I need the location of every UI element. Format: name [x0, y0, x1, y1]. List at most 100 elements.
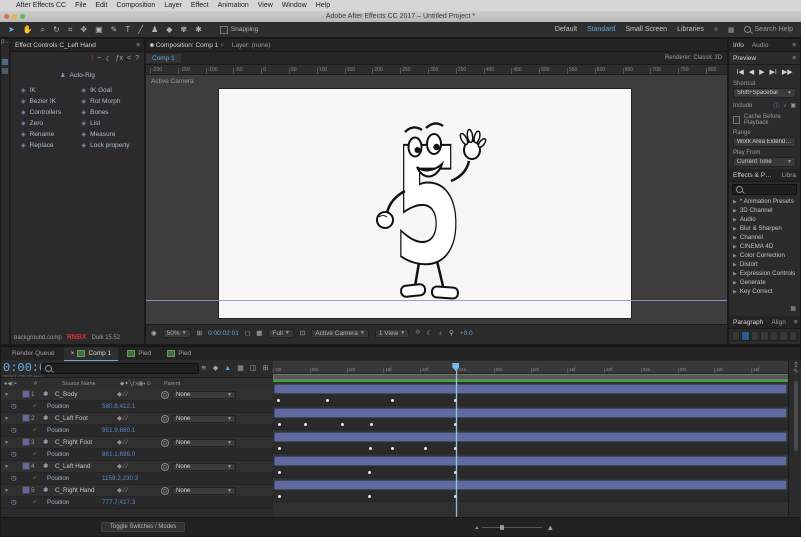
layer-row-c_body[interactable]: ▼ 1 ✱ C_Body ◆ ⁄ ⁄ None ▼: [1, 389, 273, 401]
parent-dropdown[interactable]: None ▼: [172, 390, 236, 399]
shortcut-dropdown[interactable]: Shift+Spacebar ▼: [733, 88, 796, 98]
composition-frame[interactable]: 5: [219, 89, 631, 318]
duik-button-ik[interactable]: ◈ IK: [21, 87, 82, 94]
include-video-icon[interactable]: ⓘ: [773, 101, 779, 110]
tab-audio[interactable]: Audio: [752, 42, 769, 49]
layer-switches[interactable]: ◆ ⁄ ⁄: [117, 487, 161, 494]
keyframe-marker[interactable]: [390, 446, 394, 450]
timeline-tab-pied[interactable]: Pied: [160, 347, 198, 360]
menu-help[interactable]: Help: [316, 2, 330, 9]
label-color-swatch[interactable]: [22, 461, 30, 470]
layer-expand-icon[interactable]: ▼: [1, 440, 22, 446]
workspace-standard[interactable]: Standard: [587, 26, 615, 33]
graph-layer-bar-row[interactable]: [273, 478, 788, 490]
timeline-tab-comp-1[interactable]: × Comp 1: [63, 346, 119, 361]
timeline-zoom-slider[interactable]: ▴ ▲: [475, 523, 554, 532]
keyframe-marker[interactable]: [277, 446, 281, 450]
renderer-label[interactable]: Renderer: Classic 3D: [665, 55, 722, 61]
expand-icon[interactable]: ▶: [733, 217, 737, 223]
timeline-header-icon-4[interactable]: ◫: [250, 364, 257, 372]
timeline-scrollbar[interactable]: [794, 381, 798, 451]
work-area-end-handle[interactable]: ▯: [789, 361, 801, 368]
comp-mini-tab[interactable]: Comp 1: [146, 53, 181, 63]
duik-button-list[interactable]: ◈ List: [82, 120, 143, 127]
effects-category-audio[interactable]: ▶ Audio: [729, 215, 800, 224]
panel-menu-icon[interactable]: ≡: [136, 42, 140, 49]
property-value[interactable]: 951.9,660.1: [102, 427, 135, 434]
parent-pickwhip-icon[interactable]: [161, 462, 169, 471]
last-frame-button[interactable]: ▶▶: [782, 68, 793, 76]
parent-dropdown[interactable]: None ▼: [172, 414, 236, 423]
layer-expand-icon[interactable]: ▼: [1, 464, 22, 470]
graph-keyframe-row[interactable]: [273, 442, 788, 454]
layer-switches[interactable]: ◆ ⁄ ⁄: [117, 439, 161, 446]
minimize-window-icon[interactable]: [12, 14, 17, 19]
keyframe-marker[interactable]: [368, 446, 372, 450]
duik-button-ik-goal[interactable]: ◈ IK Goal: [82, 87, 143, 94]
keyframe-marker[interactable]: [341, 422, 345, 426]
menu-layer[interactable]: Layer: [164, 2, 182, 9]
timeline-header-icon-3[interactable]: ▦: [237, 364, 244, 372]
tool-icon-3[interactable]: ↻: [49, 24, 64, 36]
keyframe-marker[interactable]: [369, 422, 373, 426]
graph-layer-bar-row[interactable]: [273, 382, 788, 394]
duik-button-replace[interactable]: ◈ Replace: [21, 142, 82, 149]
tool-icon-9[interactable]: ╱: [134, 24, 147, 36]
keyframe-marker[interactable]: [390, 398, 394, 402]
graph-keyframe-row[interactable]: [273, 418, 788, 430]
layer-row-c_left-foot[interactable]: ▼ 2 ✱ C_Left Foot ◆ ⁄ ⁄ None ▼: [1, 413, 273, 425]
timeline-header-icon-1[interactable]: ◆: [213, 364, 218, 372]
traffic-lights[interactable]: [4, 14, 25, 19]
layer-row-c_right-foot[interactable]: ▼ 3 ✱ C_Right Foot ◆ ⁄ ⁄ None ▼: [1, 437, 273, 449]
layer-name[interactable]: C_Body: [55, 391, 117, 398]
view-layout-dropdown[interactable]: 1 View ▼: [374, 328, 410, 338]
channels-icon[interactable]: ▦: [256, 329, 262, 337]
label-color-swatch[interactable]: [22, 389, 30, 398]
first-frame-button[interactable]: I◀: [736, 68, 743, 76]
timeline-ruler[interactable]: :00 05f 10f 15f 20f 01s 05f 10f 15f 20f 02s 05f 10f 1…: [273, 361, 788, 374]
window-title-bar[interactable]: Adobe After Effects CC 2017 – Untitled P…: [0, 11, 801, 22]
effects-category-expression-controls[interactable]: ▶ Expression Controls: [729, 269, 800, 278]
comp-current-time[interactable]: 0:00:02:01: [208, 330, 239, 337]
layer-name[interactable]: C_Left Foot: [55, 415, 117, 422]
parent-dropdown[interactable]: None ▼: [172, 486, 236, 495]
snapshot-icon[interactable]: ◻: [245, 329, 250, 337]
layer-tab[interactable]: Layer: (none): [232, 42, 271, 49]
paragraph-align-button-3[interactable]: [760, 331, 769, 341]
project-panel-strip[interactable]: project: [0, 38, 10, 345]
tool-icon-12[interactable]: ✾: [176, 24, 191, 36]
keyframe-marker[interactable]: [277, 494, 281, 498]
workspace-libraries[interactable]: Libraries: [677, 26, 704, 33]
keyframe-marker[interactable]: [277, 422, 281, 426]
toggle-switches-modes-button[interactable]: Toggle Switches / Modes: [101, 522, 186, 532]
tab-info[interactable]: Info: [733, 42, 744, 49]
effects-category-3d-channel[interactable]: ▶ 3D Channel: [729, 206, 800, 215]
include-audio-icon[interactable]: ♪: [783, 103, 786, 109]
zoom-out-icon[interactable]: ▴: [475, 524, 478, 531]
menu-file[interactable]: File: [75, 2, 86, 9]
effects-category-channel[interactable]: ▶ Channel: [729, 233, 800, 242]
duik-button-bones[interactable]: ◈ Bones: [82, 109, 143, 116]
camera-dropdown[interactable]: Active Camera ▼: [311, 328, 369, 338]
property-row-position[interactable]: ◷ ⌐ Position 951.9,660.1: [1, 425, 273, 437]
workspace-grid-icon[interactable]: ▦: [728, 26, 735, 34]
duik-button-measure[interactable]: ◈ Measure: [82, 131, 143, 138]
column-source-name[interactable]: Source Name: [62, 381, 120, 387]
column-parent[interactable]: Parent: [164, 381, 180, 387]
timeline-tab-render-queue[interactable]: Render Queue: [5, 347, 62, 360]
menu-effect[interactable]: Effect: [191, 2, 209, 9]
paragraph-align-button-5[interactable]: [779, 331, 788, 341]
stopwatch-icon[interactable]: ◷: [1, 403, 33, 410]
play-button[interactable]: ▶: [759, 68, 764, 76]
tool-icon-7[interactable]: ✎: [107, 24, 122, 36]
magnification-dropdown[interactable]: 50% ▼: [162, 328, 191, 338]
paragraph-align-button-6[interactable]: [788, 331, 797, 341]
layer-duration-bar[interactable]: [274, 480, 787, 490]
property-value[interactable]: 1159.2,230.3: [102, 475, 138, 482]
paragraph-align-button-1[interactable]: [741, 331, 750, 341]
layer-name[interactable]: C_Right Foot: [55, 439, 117, 446]
play-from-dropdown[interactable]: Current Time ▼: [733, 157, 796, 167]
property-name[interactable]: Position: [47, 499, 102, 506]
effects-category-color-correction[interactable]: ▶ Color Correction: [729, 251, 800, 260]
cache-checkbox[interactable]: [733, 116, 740, 124]
